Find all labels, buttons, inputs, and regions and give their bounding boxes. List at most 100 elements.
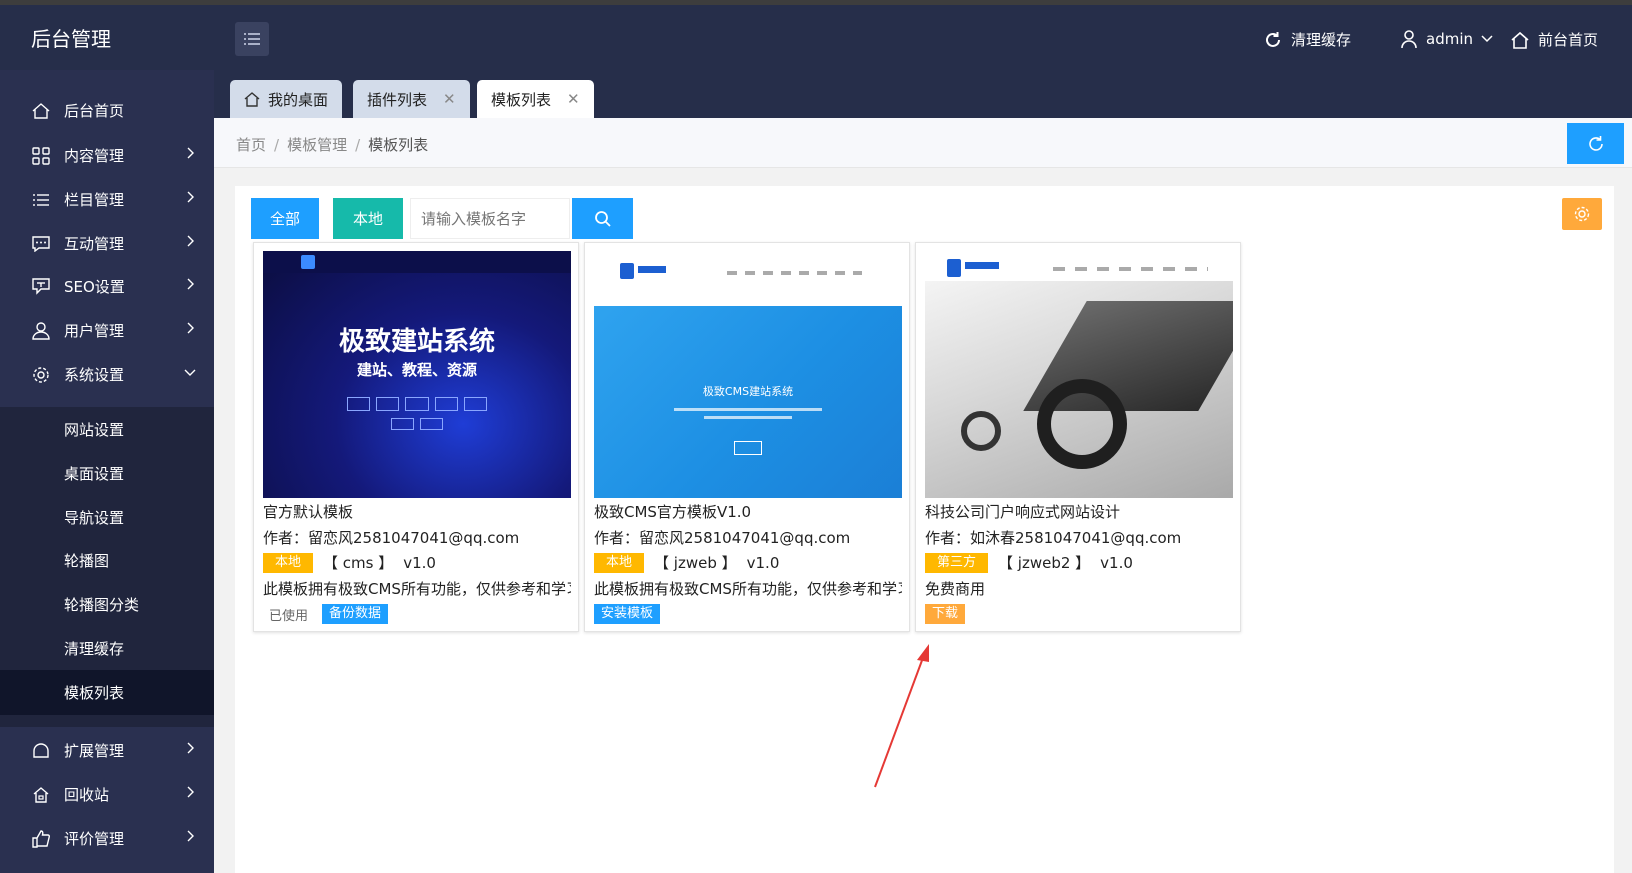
chevron-right-icon bbox=[187, 786, 194, 798]
template-author: 作者：如沐春2581047041@qq.com bbox=[925, 529, 1182, 547]
template-search-input[interactable] bbox=[410, 198, 570, 239]
template-thumbnail bbox=[925, 251, 1233, 498]
sidebar-item-reviews[interactable]: 评价管理 bbox=[0, 816, 214, 861]
gear-icon bbox=[1574, 206, 1590, 222]
clear-cache-link[interactable]: 清理缓存 bbox=[1263, 29, 1351, 50]
submenu-item-desktop-settings[interactable]: 桌面设置 bbox=[0, 451, 214, 496]
template-code: 【 jzweb2 】 bbox=[998, 554, 1091, 572]
chevron-right-icon bbox=[187, 191, 194, 203]
submenu-item-nav-settings[interactable]: 导航设置 bbox=[0, 495, 214, 540]
user-menu[interactable]: admin bbox=[1400, 29, 1493, 49]
install-template-button[interactable]: 安装模板 bbox=[594, 604, 661, 624]
download-button[interactable]: 下载 bbox=[925, 604, 966, 624]
submenu-system-settings: 网站设置 桌面设置 导航设置 轮播图 轮播图分类 清理缓存 模板列表 bbox=[0, 407, 214, 727]
template-description: 此模板拥有极致CMS所有功能，仅供参考和学习 bbox=[263, 580, 571, 598]
source-badge: 第三方 bbox=[925, 552, 989, 573]
sidebar-item-extensions[interactable]: 扩展管理 bbox=[0, 728, 214, 773]
settings-icon bbox=[31, 365, 51, 385]
refresh-button[interactable] bbox=[1567, 123, 1624, 164]
source-badge: 本地 bbox=[263, 552, 314, 573]
grid-icon bbox=[31, 146, 51, 166]
close-icon[interactable]: ✕ bbox=[567, 90, 580, 108]
submenu-label: 模板列表 bbox=[64, 684, 125, 702]
chevron-right-icon bbox=[187, 742, 194, 754]
chevron-right-icon bbox=[187, 147, 194, 159]
chevron-right-icon bbox=[187, 235, 194, 247]
home-icon bbox=[244, 91, 260, 107]
seo-icon bbox=[31, 277, 51, 297]
submenu-item-clear-cache[interactable]: 清理缓存 bbox=[0, 626, 214, 671]
tab-template-list[interactable]: 模板列表 ✕ bbox=[477, 80, 594, 118]
submenu-label: 网站设置 bbox=[64, 421, 125, 439]
breadcrumb-bar: 首页 / 模板管理 / 模板列表 bbox=[214, 118, 1632, 168]
template-version: v1.0 bbox=[1100, 553, 1133, 572]
home-icon bbox=[1511, 31, 1529, 49]
user-name: admin bbox=[1426, 30, 1473, 48]
template-author: 作者：留恋风2581047041@qq.com bbox=[594, 529, 851, 547]
backup-data-button[interactable]: 备份数据 bbox=[322, 604, 389, 624]
sidebar-item-label: 互动管理 bbox=[64, 235, 125, 253]
sidebar-item-recycle-bin[interactable]: 回收站 bbox=[0, 772, 214, 817]
template-actions: 下载 bbox=[925, 604, 966, 624]
chevron-right-icon bbox=[187, 322, 194, 334]
submenu-item-site-settings[interactable]: 网站设置 bbox=[0, 407, 214, 452]
sidebar-item-users[interactable]: 用户管理 bbox=[0, 308, 214, 353]
template-card: 科技公司门户响应式网站设计 作者：如沐春2581047041@qq.com 第三… bbox=[915, 242, 1241, 632]
sidebar-item-seo[interactable]: SEO设置 bbox=[0, 264, 214, 309]
refresh-icon bbox=[1266, 31, 1280, 47]
tab-plugin-list[interactable]: 插件列表 ✕ bbox=[353, 80, 470, 118]
template-description: 此模板拥有极致CMS所有功能，仅供参考和学习 bbox=[594, 580, 902, 598]
sidebar-item-content[interactable]: 内容管理 bbox=[0, 133, 214, 178]
breadcrumb-item[interactable]: 首页 bbox=[236, 136, 266, 154]
search-button[interactable] bbox=[572, 198, 633, 239]
tab-label: 模板列表 bbox=[491, 90, 552, 109]
user-icon bbox=[1401, 30, 1417, 49]
template-meta: 本地 【 cms 】 v1.0 bbox=[263, 552, 436, 573]
sidebar-item-label: 系统设置 bbox=[64, 366, 125, 384]
submenu-item-carousel[interactable]: 轮播图 bbox=[0, 538, 214, 583]
sidebar-item-home[interactable]: 后台首页 bbox=[0, 88, 214, 133]
template-description: 免费商用 bbox=[925, 580, 986, 598]
tab-label: 我的桌面 bbox=[268, 90, 329, 109]
top-bar: 后台管理 清理缓存 admin 前台首页 bbox=[0, 0, 1632, 70]
template-code: 【 jzweb 】 bbox=[654, 554, 737, 572]
chevron-right-icon bbox=[187, 278, 194, 290]
sidebar-item-label: 用户管理 bbox=[64, 322, 125, 340]
template-author: 作者：留恋风2581047041@qq.com bbox=[263, 529, 520, 547]
source-badge: 本地 bbox=[594, 552, 645, 573]
template-meta: 第三方 【 jzweb2 】 v1.0 bbox=[925, 552, 1133, 573]
list-icon bbox=[31, 190, 51, 210]
settings-button[interactable] bbox=[1562, 198, 1602, 230]
sidebar-item-system-settings[interactable]: 系统设置 bbox=[0, 352, 214, 397]
thumbnail-heading: 极致CMS建站系统 bbox=[702, 385, 794, 398]
submenu-label: 清理缓存 bbox=[64, 640, 125, 658]
submenu-label: 轮播图分类 bbox=[64, 596, 140, 614]
template-code: 【 cms 】 bbox=[323, 554, 394, 572]
menu-toggle-button[interactable] bbox=[235, 22, 269, 56]
filter-all-button[interactable]: 全部 bbox=[251, 198, 319, 239]
clear-cache-label: 清理缓存 bbox=[1291, 31, 1352, 49]
template-thumbnail: 极致建站系统 建站、教程、资源 bbox=[263, 251, 571, 498]
template-version: v1.0 bbox=[746, 553, 780, 572]
close-icon[interactable]: ✕ bbox=[443, 90, 456, 108]
sidebar-item-interaction[interactable]: 互动管理 bbox=[0, 221, 214, 266]
submenu-label: 轮播图 bbox=[64, 552, 110, 570]
sidebar-item-label: 扩展管理 bbox=[64, 742, 125, 760]
submenu-item-carousel-category[interactable]: 轮播图分类 bbox=[0, 582, 214, 627]
template-thumbnail: 极致CMS建站系统 bbox=[594, 251, 902, 498]
tab-label: 插件列表 bbox=[367, 90, 428, 109]
breadcrumb: 首页 / 模板管理 / 模板列表 bbox=[236, 136, 429, 154]
chevron-right-icon bbox=[187, 830, 194, 842]
submenu-label: 桌面设置 bbox=[64, 465, 125, 483]
front-home-link[interactable]: 前台首页 bbox=[1510, 29, 1598, 50]
filter-local-button[interactable]: 本地 bbox=[333, 198, 403, 239]
template-version: v1.0 bbox=[403, 553, 436, 572]
breadcrumb-item[interactable]: 模板管理 bbox=[287, 136, 347, 154]
sidebar-item-label: 后台首页 bbox=[64, 102, 125, 120]
tab-my-desktop[interactable]: 我的桌面 bbox=[230, 80, 343, 118]
chevron-down-icon bbox=[1481, 35, 1493, 43]
thumbs-up-icon bbox=[31, 829, 51, 849]
sidebar-item-label: 内容管理 bbox=[64, 147, 125, 165]
sidebar-item-columns[interactable]: 栏目管理 bbox=[0, 177, 214, 222]
submenu-item-template-list[interactable]: 模板列表 bbox=[0, 670, 214, 715]
